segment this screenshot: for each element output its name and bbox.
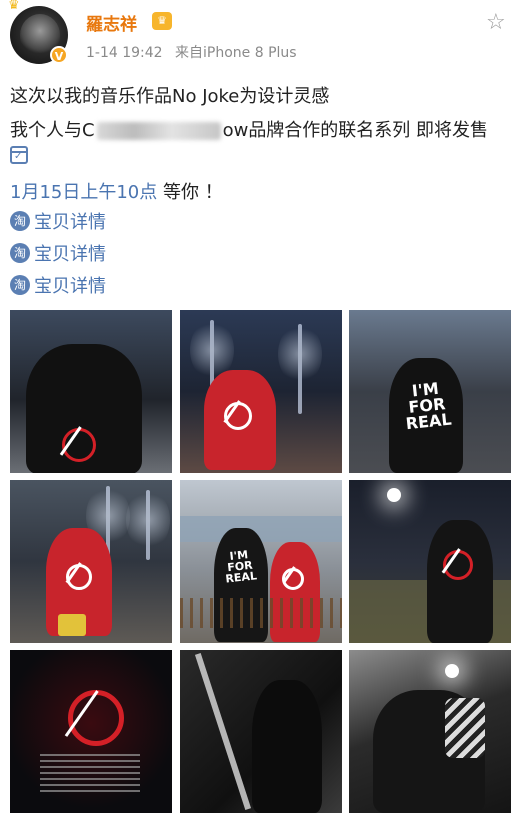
- product-link-2[interactable]: 淘 宝贝详情: [10, 240, 106, 266]
- post-text-line-2-prefix: 我个人与C: [10, 120, 95, 141]
- yellow-bag: [58, 614, 86, 636]
- no-joke-logo: [62, 428, 96, 462]
- username[interactable]: 羅志祥: [86, 10, 137, 35]
- post-timestamp: 1-14 19:42: [86, 45, 163, 61]
- blurred-brand-name: [96, 122, 221, 140]
- vip-crown-icon: ♛: [152, 12, 172, 30]
- taobao-icon: 淘: [10, 243, 30, 263]
- post-text-line-2-suffix: ow品牌合作的联名系列 即将发售: [222, 120, 489, 141]
- no-joke-logo: [443, 550, 473, 580]
- product-link-label[interactable]: 宝贝详情: [34, 272, 106, 298]
- event-date-suffix: 等你 ！: [157, 182, 223, 203]
- crown-icon: ♛: [8, 0, 20, 13]
- photo-thumbnail-4[interactable]: [10, 480, 172, 643]
- calendar-icon[interactable]: [10, 146, 28, 164]
- street-light: [445, 664, 459, 678]
- post-source[interactable]: 来自iPhone 8 Plus: [175, 45, 297, 61]
- taobao-icon: 淘: [10, 211, 30, 231]
- post-text-line-2: 我个人与C ow品牌合作的联名系列 即将发售: [10, 116, 488, 142]
- product-link-label[interactable]: 宝贝详情: [34, 208, 106, 234]
- shirt-graphic-text: I'M FOR REAL: [404, 378, 453, 434]
- shirt-graphic-text: I'M FOR REAL: [224, 548, 258, 586]
- person-dark-shirt: [252, 680, 322, 813]
- weibo-post: ♛ V 羅志祥 ♛ 1-14 19:42 来自iPhone 8 Plus ☆ 这…: [0, 0, 520, 816]
- castle-background: [180, 516, 342, 542]
- verified-badge-icon: V: [50, 46, 68, 64]
- light-tree: [126, 490, 170, 560]
- star-outline-icon[interactable]: ☆: [486, 10, 506, 35]
- photo-thumbnail-2[interactable]: [180, 310, 342, 473]
- photo-thumbnail-7[interactable]: [10, 650, 172, 813]
- product-link-1[interactable]: 淘 宝贝详情: [10, 208, 106, 234]
- no-joke-logo: [224, 402, 252, 430]
- street-light: [387, 488, 401, 502]
- no-joke-logo: [68, 690, 124, 746]
- no-joke-logo: [66, 564, 92, 590]
- post-meta: 1-14 19:42 来自iPhone 8 Plus: [86, 42, 297, 62]
- striped-sleeve: [445, 698, 485, 758]
- light-tree: [278, 324, 322, 414]
- fence-railing: [180, 598, 342, 628]
- event-date-line: 1月15日上午10点 等你 ！: [10, 178, 223, 204]
- photo-thumbnail-3[interactable]: I'M FOR REAL: [349, 310, 511, 473]
- photo-thumbnail-6[interactable]: [349, 480, 511, 643]
- photo-thumbnail-1[interactable]: [10, 310, 172, 473]
- no-joke-logo: [282, 568, 304, 590]
- taobao-icon: 淘: [10, 275, 30, 295]
- person-black-hoodie: [427, 520, 493, 643]
- product-link-label[interactable]: 宝贝详情: [34, 240, 106, 266]
- photo-thumbnail-8[interactable]: [180, 650, 342, 813]
- light-beam: [194, 653, 252, 810]
- photo-thumbnail-5[interactable]: I'M FOR REAL: [180, 480, 342, 643]
- post-text-line-1: 这次以我的音乐作品No Joke为设计灵感: [10, 86, 330, 107]
- printed-text-block: [40, 754, 140, 796]
- product-link-3[interactable]: 淘 宝贝详情: [10, 272, 106, 298]
- photo-thumbnail-9[interactable]: [349, 650, 511, 813]
- event-date-link[interactable]: 1月15日上午10点: [10, 182, 157, 203]
